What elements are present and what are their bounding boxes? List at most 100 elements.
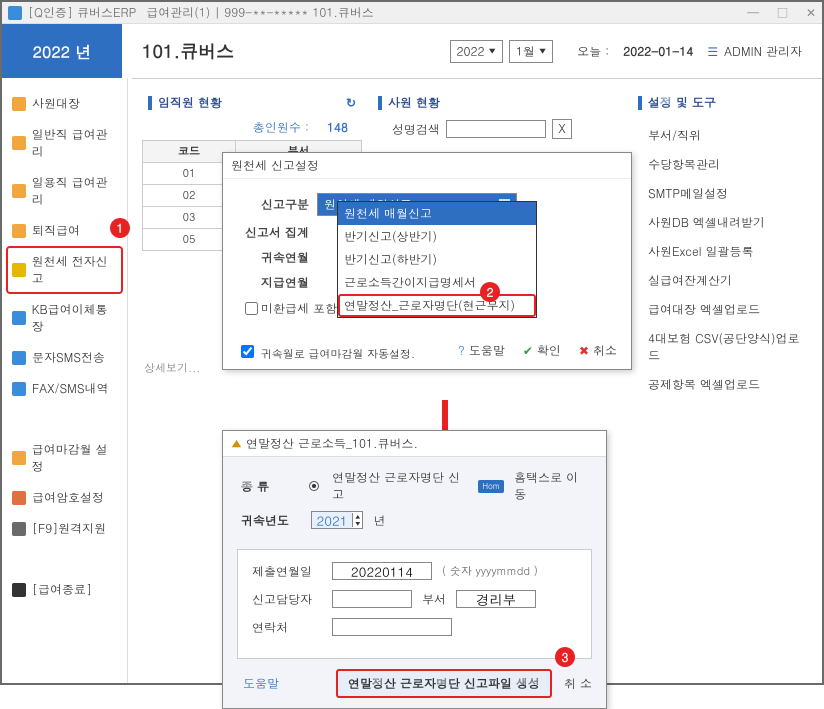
help-icon: ? bbox=[458, 342, 465, 359]
sidebar-item-sms[interactable]: 문자SMS전송 bbox=[6, 342, 123, 373]
unrefunded-checkbox[interactable] bbox=[245, 302, 258, 315]
sidebar-item-label: 사원대장 bbox=[32, 95, 80, 112]
sidebar-item-withholding-tax[interactable]: 원천세 전자신고 bbox=[6, 246, 123, 294]
callout-3: 3 bbox=[555, 647, 575, 667]
sidebar-item-label: [급여종료] bbox=[32, 581, 92, 598]
sidebar-item-employee-ledger[interactable]: 사원대장 bbox=[6, 88, 123, 119]
dept-label: 부서 bbox=[422, 591, 446, 608]
sidebar-item-daily-pay[interactable]: 일용직 급여관리 bbox=[6, 167, 123, 215]
submit-date-input[interactable] bbox=[332, 562, 432, 580]
x-icon: ✖ bbox=[579, 342, 589, 359]
year-select[interactable]: 2022▼ bbox=[450, 40, 503, 63]
dropdown-option-yearend[interactable]: 연말정산_근로자명단(현근무지) bbox=[338, 294, 536, 317]
contact-input[interactable] bbox=[332, 618, 452, 636]
sidebar-item-exit[interactable]: [급여종료] bbox=[6, 574, 123, 605]
setting-item[interactable]: 사원DB 엑셀내려받기 bbox=[648, 208, 808, 237]
sidebar-item-label: FAX/SMS내역 bbox=[32, 380, 108, 397]
manager-input[interactable] bbox=[332, 590, 412, 608]
minimize-button[interactable]: — bbox=[747, 4, 759, 21]
contact-label: 연락처 bbox=[252, 619, 322, 636]
refresh-icon[interactable]: ↻ bbox=[346, 94, 356, 111]
dept-input[interactable] bbox=[456, 590, 536, 608]
sidebar-item-label: KB급여이체통장 bbox=[32, 301, 117, 335]
sidebar-item-kb-account[interactable]: KB급여이체통장 bbox=[6, 294, 123, 342]
sidebar-item-label: 급여암호설정 bbox=[32, 489, 104, 506]
manager-label: 신고담당자 bbox=[252, 591, 322, 608]
sidebar-item-label: [F9]원격지원 bbox=[32, 520, 106, 537]
dropdown-option[interactable]: 근로소득간이지급명세서 bbox=[338, 271, 536, 294]
sidebar-item-remote-support[interactable]: [F9]원격지원 bbox=[6, 513, 123, 544]
setting-item[interactable]: SMTP메일설정 bbox=[648, 179, 808, 208]
help-link[interactable]: 도움말 bbox=[243, 675, 279, 692]
unrefunded-label: 미환급세 포함 bbox=[261, 300, 337, 317]
sidebar-item-label: 원천세 전자신고 bbox=[32, 253, 117, 287]
year-spinner[interactable]: ▲▼ bbox=[311, 511, 363, 529]
titlebar-app: [Q인증] 큐버스ERP bbox=[28, 4, 136, 21]
setting-item[interactable]: 급여대장 엑셀업로드 bbox=[648, 295, 808, 324]
sidebar-item-label: 퇴직급여 bbox=[32, 222, 80, 239]
today-value: 2022-01-14 bbox=[623, 43, 693, 60]
clear-search-button[interactable]: X bbox=[552, 119, 572, 139]
radio-label: 연말정산 근로자명단 신고 bbox=[332, 469, 468, 503]
dropdown-option[interactable]: 반기신고(하반기) bbox=[338, 248, 536, 271]
remote-icon bbox=[12, 522, 26, 536]
close-button[interactable]: ✕ bbox=[806, 4, 816, 21]
generate-file-button[interactable]: 연말정산 근로자명단 신고파일 생성 bbox=[336, 669, 552, 698]
sidebar: 사원대장 일반직 급여관리 일용직 급여관리 퇴직급여 원천세 전자신고 KB급… bbox=[2, 78, 128, 683]
pay-year-label: 지급연월 bbox=[241, 274, 317, 291]
modal2-title: 연말정산 근로소득_101.큐버스. bbox=[246, 435, 418, 452]
count-label: 신고서 집계 bbox=[241, 224, 317, 241]
autoset-checkbox[interactable] bbox=[241, 345, 254, 358]
sidebar-item-close-month[interactable]: 급여마감월 설정 bbox=[6, 434, 123, 482]
dropdown-option[interactable]: 반기신고(상반기) bbox=[338, 225, 536, 248]
dropdown-option[interactable]: 원천세 매월신고 bbox=[338, 202, 536, 225]
sidebar-item-severance[interactable]: 퇴직급여 bbox=[6, 215, 123, 246]
cancel-button[interactable]: ✖취소 bbox=[579, 342, 617, 359]
hometax-icon: Hom bbox=[478, 480, 504, 493]
attrib-year-label: 귀속년도 bbox=[241, 512, 301, 529]
cancel-link[interactable]: 취 소 bbox=[564, 675, 592, 692]
window-titlebar: [Q인증] 큐버스ERP 급여관리(1) | 999-**-***** 101.… bbox=[2, 2, 822, 24]
help-button[interactable]: ?도움말 bbox=[458, 342, 505, 359]
sidebar-item-fax-history[interactable]: FAX/SMS내역 bbox=[6, 373, 123, 404]
hometax-link[interactable]: 홈택스로 이동 bbox=[514, 469, 588, 503]
ok-label: 확인 bbox=[537, 342, 561, 359]
kind-label: 종 류 bbox=[241, 478, 299, 495]
exit-icon bbox=[12, 583, 26, 597]
date-hint: ( 숫자 yyyymmdd ) bbox=[442, 564, 538, 579]
caret-down-icon: ▼ bbox=[489, 46, 496, 57]
kind-radio[interactable] bbox=[309, 481, 319, 491]
submit-date-label: 제출연월일 bbox=[252, 563, 322, 580]
clipboard-icon bbox=[12, 451, 26, 465]
sidebar-item-password[interactable]: 급여암호설정 bbox=[6, 482, 123, 513]
setting-item[interactable]: 공제항목 엑셀업로드 bbox=[648, 370, 808, 399]
sidebar-item-label: 문자SMS전송 bbox=[32, 349, 105, 366]
setting-item[interactable]: 수당항목관리 bbox=[648, 150, 808, 179]
sidebar-item-label: 일용직 급여관리 bbox=[32, 174, 117, 208]
maximize-button[interactable]: □ bbox=[777, 4, 788, 21]
fax-icon bbox=[12, 382, 26, 396]
setting-item[interactable]: 4대보험 CSV(공단양식)업로드 bbox=[648, 324, 808, 370]
setting-item[interactable]: 실급여잔계산기 bbox=[648, 266, 808, 295]
name-search-input[interactable] bbox=[446, 120, 546, 138]
doc-icon bbox=[12, 184, 26, 198]
sidebar-item-label: 급여마감월 설정 bbox=[32, 441, 117, 475]
help-label: 도움말 bbox=[469, 342, 505, 359]
sidebar-item-regular-pay[interactable]: 일반직 급여관리 bbox=[6, 119, 123, 167]
year-badge: 2022 년 bbox=[2, 24, 122, 78]
warning-icon: ▲ bbox=[231, 435, 242, 452]
setting-item[interactable]: 사원Excel 일괄등록 bbox=[648, 237, 808, 266]
type-dropdown-list: 원천세 매월신고 반기신고(상반기) 반기신고(하반기) 근로소득간이지급명세서… bbox=[337, 201, 537, 318]
lock-icon bbox=[12, 491, 26, 505]
month-select[interactable]: 1월▼ bbox=[509, 40, 553, 63]
search-label: 성명검색 bbox=[392, 121, 440, 138]
autoset-label: 귀속월로 급여마감월 자동설정. bbox=[261, 347, 415, 362]
year-unit: 년 bbox=[373, 512, 385, 529]
total-label: 총인원수 : bbox=[253, 119, 309, 136]
year-input[interactable] bbox=[312, 512, 352, 528]
list-icon: ☰ bbox=[707, 43, 718, 60]
ok-button[interactable]: ✔확인 bbox=[523, 342, 561, 359]
spin-down[interactable]: ▼ bbox=[353, 520, 362, 527]
panel-title: 설정 및 도구 bbox=[648, 94, 716, 111]
setting-item[interactable]: 부서/직위 bbox=[648, 121, 808, 150]
